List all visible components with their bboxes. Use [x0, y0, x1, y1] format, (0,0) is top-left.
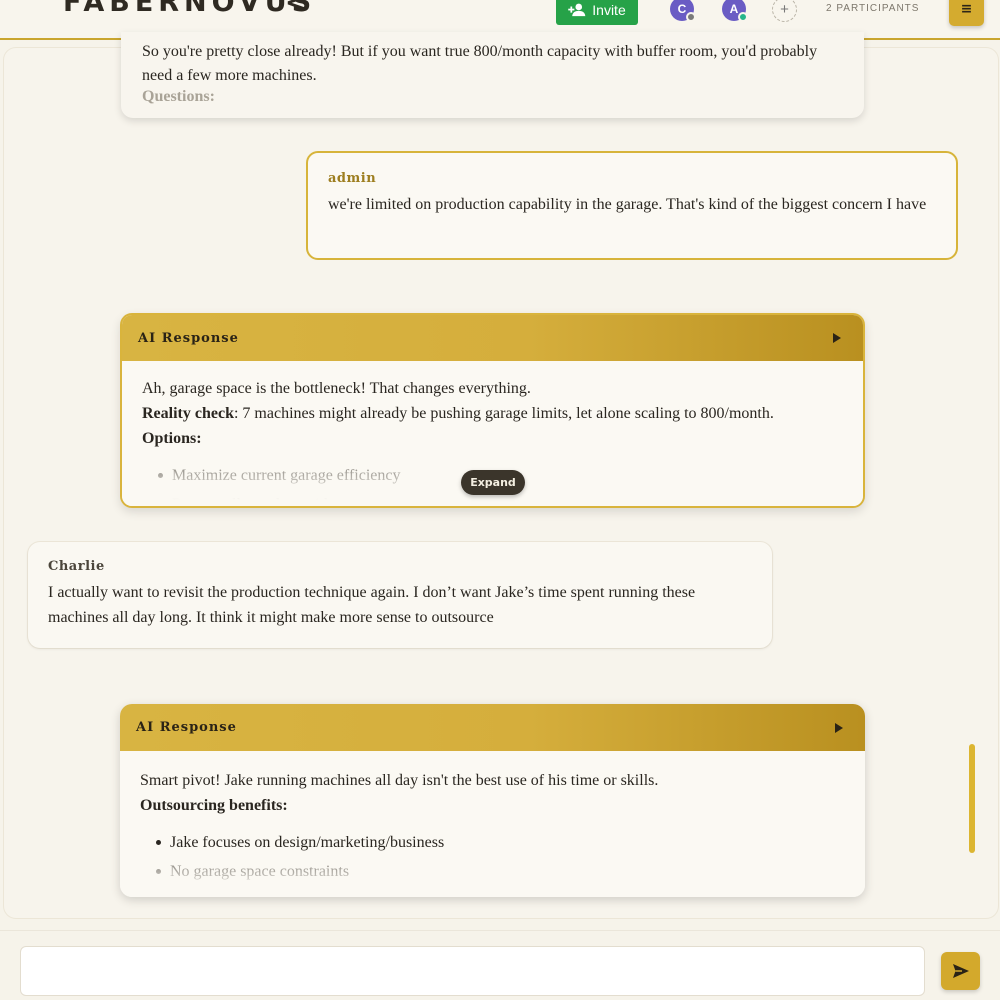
charlie-message: Charlie I actually want to revisit the p…	[28, 542, 772, 648]
message-sender: Charlie	[48, 559, 105, 574]
list-item: Jake focuses on design/marketing/busines…	[140, 828, 845, 857]
hamburger-icon: ≡	[960, 1, 973, 17]
message-input[interactable]	[20, 946, 925, 996]
app-logo[interactable]: FABERNOVUS	[63, 0, 316, 18]
message-text: So you're pretty close already! But if y…	[142, 43, 818, 84]
menu-button[interactable]: ≡	[949, 0, 984, 26]
ai-response-title: AI Response	[136, 720, 237, 735]
play-icon[interactable]	[833, 333, 841, 343]
benefits-heading: Outsourcing benefits:	[140, 797, 288, 814]
composer-divider	[0, 930, 1000, 931]
admin-message: admin we're limited on production capabi…	[306, 151, 958, 260]
expand-button[interactable]: Expand	[461, 470, 525, 495]
send-button[interactable]	[941, 952, 980, 990]
invite-button[interactable]: Invite	[556, 0, 638, 25]
avatar-initial: A	[729, 2, 739, 16]
ai-response-title: AI Response	[138, 330, 239, 346]
status-dot-online	[738, 12, 748, 22]
benefits-list: Jake focuses on design/marketing/busines…	[140, 828, 845, 897]
ai-response-card: AI Response Smart pivot! Jake running ma…	[120, 704, 865, 897]
invite-label: Invite	[592, 1, 626, 18]
status-dot-offline	[686, 12, 696, 22]
reality-check-label: Reality check	[142, 405, 234, 422]
send-icon	[952, 964, 969, 978]
section-heading: Questions:	[142, 88, 215, 105]
reality-check-text: : 7 machines might already be pushing ga…	[233, 405, 774, 422]
ai-response-body: Smart pivot! Jake running machines all d…	[120, 751, 865, 897]
add-user-icon	[568, 3, 586, 16]
avatar-initial: C	[677, 2, 687, 16]
add-participant-button[interactable]: +	[772, 0, 797, 22]
message-sender: admin	[328, 171, 377, 186]
avatar-admin[interactable]: A	[722, 0, 748, 22]
reality-check-line: Reality check: 7 machines might already …	[142, 401, 843, 426]
participants-count: 2 PARTICIPANTS	[826, 3, 920, 14]
ai-intro-text: Smart pivot! Jake running machines all d…	[140, 772, 659, 789]
list-item: No garage space constraints	[140, 857, 845, 886]
message-text: we're limited on production capability i…	[328, 196, 927, 213]
ai-response-header[interactable]: AI Response	[122, 315, 863, 361]
ai-response-header[interactable]: AI Response	[120, 704, 865, 751]
scrollbar-thumb[interactable]	[969, 744, 975, 853]
collapse-arrow-icon[interactable]: <	[285, 0, 307, 18]
ai-intro-text: Ah, garage space is the bottleneck! That…	[142, 380, 531, 397]
list-item: Scalable production without more equipme…	[140, 886, 845, 897]
message-text: I actually want to revisit the productio…	[48, 584, 696, 626]
previous-ai-message: So you're pretty close already! But if y…	[121, 32, 864, 118]
avatar-charlie[interactable]: C	[670, 0, 696, 22]
play-icon[interactable]	[835, 722, 843, 733]
options-heading: Options:	[142, 430, 202, 447]
